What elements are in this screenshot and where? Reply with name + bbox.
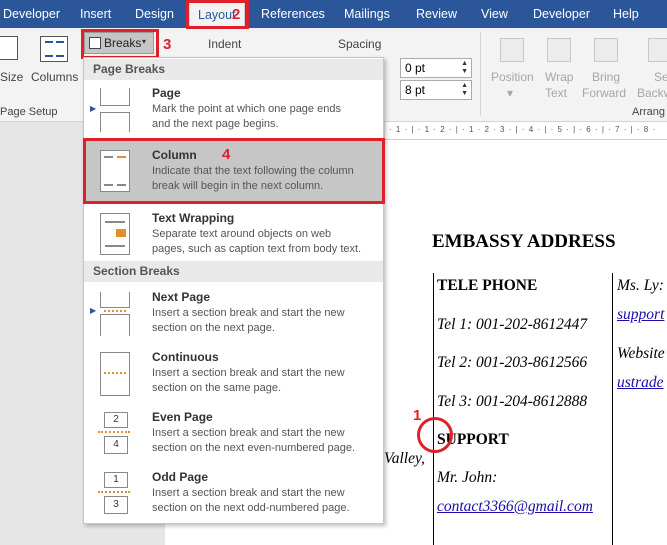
break-option-title: Next Page: [152, 290, 211, 304]
wrap-text-button[interactable]: Wrap: [545, 70, 573, 84]
page-setup-group-label: Page Setup: [0, 106, 58, 118]
break-option-desc: Insert a section break and start the new…: [152, 427, 356, 454]
tab-mailings[interactable]: Mailings: [344, 0, 390, 28]
wrap-text-icon: [547, 38, 571, 62]
break-option-desc: Insert a section break and start the new…: [152, 367, 345, 394]
size-icon: [0, 36, 18, 60]
horizontal-ruler[interactable]: · 1 · | · 1 · 2 · | · 1 · 2 · 3 · | · 4 …: [385, 122, 667, 140]
chevron-down-icon: ▾: [507, 86, 514, 100]
tab-review[interactable]: Review: [416, 0, 457, 28]
tab-design[interactable]: Design: [135, 0, 174, 28]
break-option-desc: Insert a section break and start the new…: [152, 487, 350, 514]
bring-forward-icon: [594, 38, 618, 62]
ribbon-divider: [480, 32, 481, 116]
break-option-next-page[interactable]: ▶ Next Page Insert a section break and s…: [84, 284, 383, 342]
contact-email-link[interactable]: contact3366@gmail.com: [437, 498, 593, 516]
indent-label: Indent: [208, 37, 242, 51]
continuous-break-icon: [96, 352, 132, 396]
page-heading: EMBASSY ADDRESS: [432, 231, 616, 252]
bring-forward-button[interactable]: Bring: [592, 70, 620, 84]
break-option-continuous[interactable]: Continuous Insert a section break and st…: [84, 344, 383, 402]
break-option-desc: Separate text around objects on web page…: [152, 228, 362, 255]
annotation-box-breaks: [81, 29, 159, 59]
spinner-arrows-icon[interactable]: ▲ ▼: [461, 82, 468, 98]
spinner-arrows-icon[interactable]: ▲ ▼: [461, 60, 468, 76]
spacing-after-field[interactable]: 8 pt ▲ ▼: [400, 80, 472, 100]
tab-developer[interactable]: Developer: [3, 0, 60, 28]
even-page-break-icon: 2 4: [96, 412, 132, 456]
annotation-number-2: 2: [232, 6, 241, 23]
tab-insert[interactable]: Insert: [80, 0, 111, 28]
tab-help[interactable]: Help: [613, 0, 639, 28]
arrange-group-label: Arrang: [632, 106, 666, 118]
position-button[interactable]: Position: [491, 70, 534, 84]
columns-icon: [40, 36, 68, 62]
odd-page-break-icon: 1 3: [96, 472, 132, 516]
break-option-desc: Insert a section break and start the new…: [152, 307, 345, 334]
tel-1: Tel 1: 001-202-8612447: [437, 316, 588, 333]
break-option-odd-page[interactable]: 1 3 Odd Page Insert a section break and …: [84, 464, 383, 522]
send-backward-icon: [648, 38, 667, 62]
column-divider-right: [612, 273, 613, 545]
annotation-number-3: 3: [163, 36, 172, 53]
telephone-heading: TELE PHONE: [437, 277, 538, 294]
position-icon: [500, 38, 524, 62]
bring-forward-label-2: Forward: [582, 86, 627, 100]
size-button[interactable]: Size: [0, 70, 23, 84]
annotation-number-1: 1: [413, 407, 422, 424]
break-option-page[interactable]: ▶ Page Mark the point at which one page …: [84, 80, 383, 138]
send-backward-button[interactable]: Se: [654, 70, 667, 84]
spacing-label: Spacing: [338, 37, 382, 51]
break-option-title: Even Page: [152, 410, 213, 424]
ruler-ticks: · 1 · | · 1 · 2 · | · 1 · 2 · 3 · | · 4 …: [389, 125, 657, 134]
break-option-title: Page: [152, 86, 181, 100]
breaks-dropdown-menu: Page Breaks ▶ Page Mark the point at whi…: [83, 57, 384, 524]
spacing-before-value: 0 pt: [405, 61, 426, 75]
break-option-text-wrapping[interactable]: Text Wrapping Separate text around objec…: [84, 205, 383, 263]
break-option-desc: Mark the point at which one page ends an…: [152, 103, 341, 130]
tab-references[interactable]: References: [261, 0, 325, 28]
annotation-number-4: 4: [222, 146, 231, 163]
columns-button[interactable]: Columns: [31, 70, 78, 84]
mr-john-label: Mr. John:: [437, 469, 498, 486]
annotation-box-column: [83, 138, 385, 204]
wrap-text-label-2: Text: [545, 86, 568, 100]
tel-3: Tel 3: 001-204-8612888: [437, 393, 588, 410]
tab-view[interactable]: View: [481, 0, 508, 28]
break-option-title: Continuous: [152, 350, 219, 364]
ustrade-link[interactable]: ustrade: [617, 374, 664, 392]
page-break-icon: ▶: [90, 88, 132, 132]
break-option-title: Odd Page: [152, 470, 209, 484]
ribbon-tab-bar: Developer Insert Design Layout Reference…: [0, 0, 667, 28]
column-divider-left: [433, 273, 434, 545]
tab-developer-2[interactable]: Developer: [533, 0, 590, 28]
section-breaks-header: Section Breaks: [84, 261, 383, 282]
break-option-even-page[interactable]: 2 4 Even Page Insert a section break and…: [84, 404, 383, 462]
valley-text: Valley,: [384, 450, 425, 467]
spacing-after-value: 8 pt: [405, 83, 426, 97]
send-backward-label-2: Backw: [637, 86, 667, 100]
break-option-title: Text Wrapping: [152, 211, 235, 225]
text-wrapping-break-icon: [96, 213, 132, 257]
tel-2: Tel 2: 001-203-8612566: [437, 354, 588, 371]
website-label: Website: [617, 345, 665, 362]
page-breaks-header: Page Breaks: [84, 59, 383, 80]
annotation-circle: [417, 417, 453, 453]
next-page-break-icon: ▶: [90, 292, 132, 336]
spacing-before-field[interactable]: 0 pt ▲ ▼: [400, 58, 472, 78]
ms-ly-label: Ms. Ly:: [617, 277, 664, 294]
support-link[interactable]: support: [617, 306, 664, 324]
